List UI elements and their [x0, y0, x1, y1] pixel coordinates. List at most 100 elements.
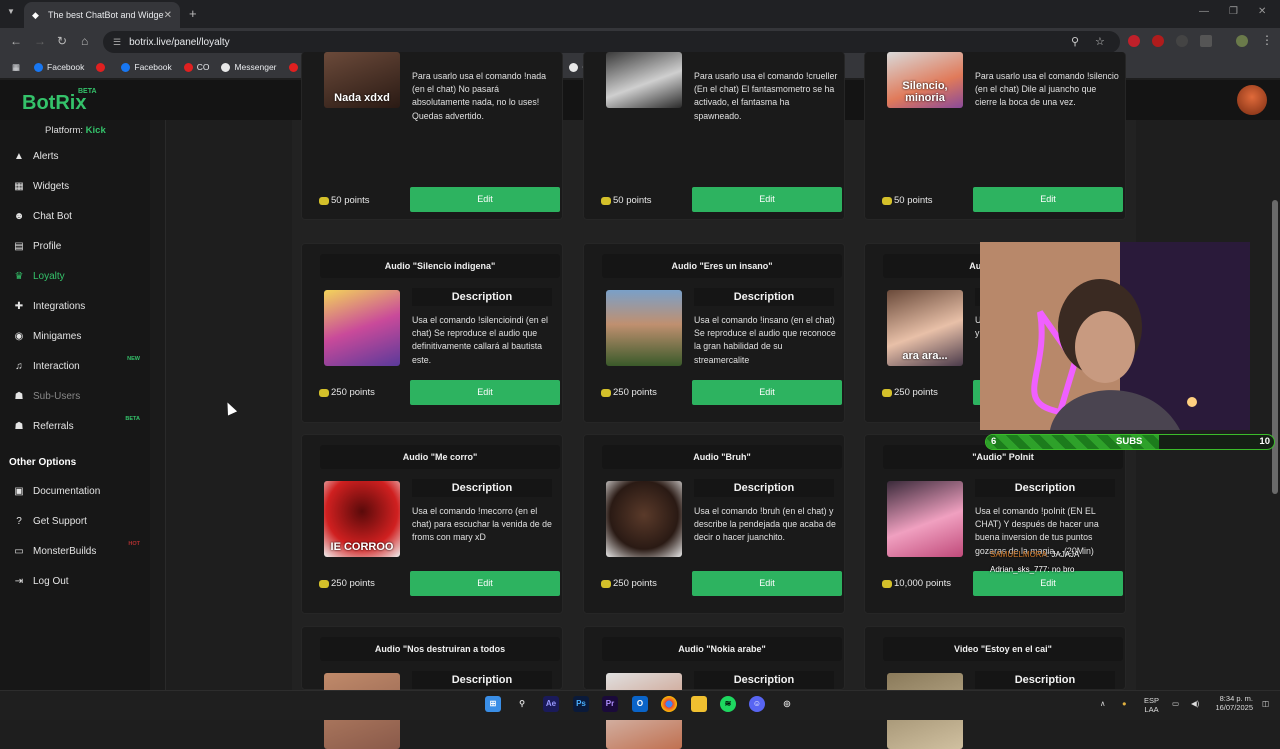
premiere-icon[interactable]: Pr — [602, 696, 618, 712]
chat-user: SAMUELMORA — [990, 550, 1047, 559]
site-info-icon[interactable]: ☰ — [113, 37, 121, 48]
reward-title: Audio "Nos destruiran a todos — [320, 637, 560, 661]
reward-card: Audio "Eres un insano" Description Usa el … — [583, 243, 845, 423]
reward-cost: 50 points — [601, 195, 652, 206]
sidebar-item-chat-bot[interactable]: ☻ Chat Bot — [12, 206, 148, 226]
obs-icon[interactable]: ◎ — [779, 696, 795, 712]
extension-icon[interactable] — [1176, 35, 1188, 47]
sidebar-item-widgets[interactable]: ▦ Widgets — [12, 176, 148, 196]
sidebar-item-label: Integrations — [33, 300, 86, 312]
bookmark-item[interactable]: Messenger — [221, 62, 277, 72]
sidebar-item-profile[interactable]: ▤ Profile — [12, 236, 148, 256]
user-avatar[interactable] — [1237, 85, 1267, 115]
sidebar-item-interaction[interactable]: ♫ Interaction NEW — [12, 356, 148, 376]
chrome-icon[interactable] — [661, 696, 677, 712]
users-icon: ☗ — [14, 390, 24, 402]
edit-button[interactable]: Edit — [973, 187, 1123, 212]
file-explorer-icon[interactable] — [691, 696, 707, 712]
reward-cost: 10,000 points — [882, 578, 951, 589]
notifications-icon[interactable]: ◫ — [1262, 699, 1269, 708]
bookmark-item[interactable]: CO — [183, 62, 209, 72]
extension-icon[interactable] — [1152, 35, 1164, 47]
sidebar-item-referrals[interactable]: ☗ Referrals BETA — [12, 416, 148, 436]
reward-title: Audio "Nokia arabe" — [602, 637, 842, 661]
sidebar-item-label: Widgets — [33, 180, 70, 192]
volume-icon[interactable]: ◀) — [1191, 699, 1199, 708]
sidebar-item-documentation[interactable]: ▣ Documentation — [12, 481, 148, 501]
microphone-icon[interactable]: ● — [1122, 699, 1127, 708]
forward-icon[interactable]: → — [34, 34, 46, 48]
edit-button[interactable]: Edit — [692, 380, 842, 405]
extension-icon[interactable] — [1128, 35, 1140, 47]
reward-thumbnail — [887, 481, 963, 557]
bookmark-item[interactable]: Facebook — [121, 62, 172, 72]
home-icon[interactable]: ⌂ — [81, 34, 88, 48]
start-icon[interactable]: ⊞ — [485, 696, 501, 712]
sidebar-item-alerts[interactable]: ▲ Alerts — [12, 146, 148, 166]
edit-button[interactable]: Edit — [410, 187, 560, 212]
sidebar-item-integrations[interactable]: ✚ Integrations — [12, 296, 148, 316]
discord-icon[interactable]: ☺ — [749, 696, 765, 712]
browser-tab[interactable]: ◆ The best ChatBot and Widgets ✕ — [24, 2, 180, 28]
search-icon[interactable]: ⚲ — [514, 696, 530, 712]
id-card-icon: ▤ — [14, 240, 24, 252]
sidebar-item-loyalty[interactable]: ♛ Loyalty — [12, 266, 148, 286]
close-window-icon[interactable]: ✕ — [1258, 6, 1266, 17]
clock[interactable]: 8:34 p. m. 16/07/2025 — [1211, 694, 1253, 712]
points-value: 250 points — [613, 578, 657, 589]
reward-thumbnail: Nada xdxd — [324, 52, 400, 108]
thumbnail-caption: Nada xdxd — [334, 92, 390, 104]
sidebar-badge: BETA — [125, 416, 140, 422]
webcam-overlay — [980, 242, 1250, 430]
sidebar-item-minigames[interactable]: ◉ Minigames — [12, 326, 148, 346]
network-icon[interactable]: ▭ — [1172, 699, 1179, 708]
zoom-icon[interactable]: ⚲ — [1071, 35, 1079, 48]
bookmark-item[interactable] — [96, 62, 109, 72]
new-tab-icon[interactable]: + — [189, 6, 197, 21]
monitor-icon: ▭ — [14, 545, 24, 557]
address-bar[interactable]: ☰ botrix.live/panel/loyalty ⚲ ☆ — [103, 31, 1120, 53]
bookmark-favicon-icon — [34, 62, 44, 72]
edit-button[interactable]: Edit — [410, 571, 560, 596]
browser-menu-icon[interactable]: ⋮ — [1261, 33, 1273, 47]
tab-title: The best ChatBot and Widgets — [48, 10, 164, 20]
page-scrollbar[interactable] — [1272, 200, 1278, 494]
reward-thumbnail — [606, 290, 682, 366]
reward-thumbnail — [606, 52, 682, 108]
sidebar-item-label: Get Support — [33, 515, 87, 527]
botrix-logo[interactable]: BotRix — [22, 92, 86, 115]
sidebar-item-monsterbuilds[interactable]: ▭ MonsterBuilds HOT — [12, 541, 148, 561]
reward-cost: 250 points — [882, 387, 938, 398]
sidebar-item-sub-users[interactable]: ☗ Sub-Users — [12, 386, 148, 406]
reward-cost: 250 points — [319, 387, 375, 398]
minimize-icon[interactable]: — — [1199, 6, 1209, 17]
tab-search-icon[interactable]: ▼ — [7, 7, 15, 16]
bookmark-item[interactable]: Facebook — [34, 62, 84, 72]
back-icon[interactable]: ← — [10, 34, 22, 48]
platform-label: Platform: — [45, 125, 84, 136]
language-indicator[interactable]: ESP LAA — [1144, 696, 1159, 714]
bookmark-star-icon[interactable]: ☆ — [1095, 35, 1105, 48]
outlook-icon[interactable]: O — [632, 696, 648, 712]
reward-card: Audio "Nokia arabe" Description — [583, 626, 845, 749]
reload-icon[interactable]: ↻ — [57, 34, 67, 48]
edit-button[interactable]: Edit — [410, 380, 560, 405]
close-tab-icon[interactable]: ✕ — [164, 10, 172, 21]
photoshop-icon[interactable]: Ps — [573, 696, 589, 712]
edit-button[interactable]: Edit — [692, 571, 842, 596]
profile-avatar-icon[interactable] — [1236, 35, 1248, 47]
spotify-icon[interactable]: ≋ — [720, 696, 736, 712]
after-effects-icon[interactable]: Ae — [543, 696, 559, 712]
sidebar-item-get-support[interactable]: ? Get Support — [12, 511, 148, 531]
tray-chevron-icon[interactable]: ∧ — [1100, 699, 1106, 708]
edit-button[interactable]: Edit — [973, 571, 1123, 596]
edit-button[interactable]: Edit — [692, 187, 842, 212]
extensions-puzzle-icon[interactable] — [1200, 35, 1212, 47]
sidebar-item-label: Referrals — [33, 420, 74, 432]
maximize-icon[interactable]: ❐ — [1229, 6, 1238, 17]
reward-title: Audio "Me corro" — [320, 445, 560, 469]
sidebar-item-label: Interaction — [33, 360, 80, 372]
apps-icon[interactable]: ▦ — [12, 62, 20, 73]
sidebar-item-log-out[interactable]: ⇥ Log Out — [12, 571, 148, 591]
clock-date: 16/07/2025 — [1215, 703, 1253, 712]
